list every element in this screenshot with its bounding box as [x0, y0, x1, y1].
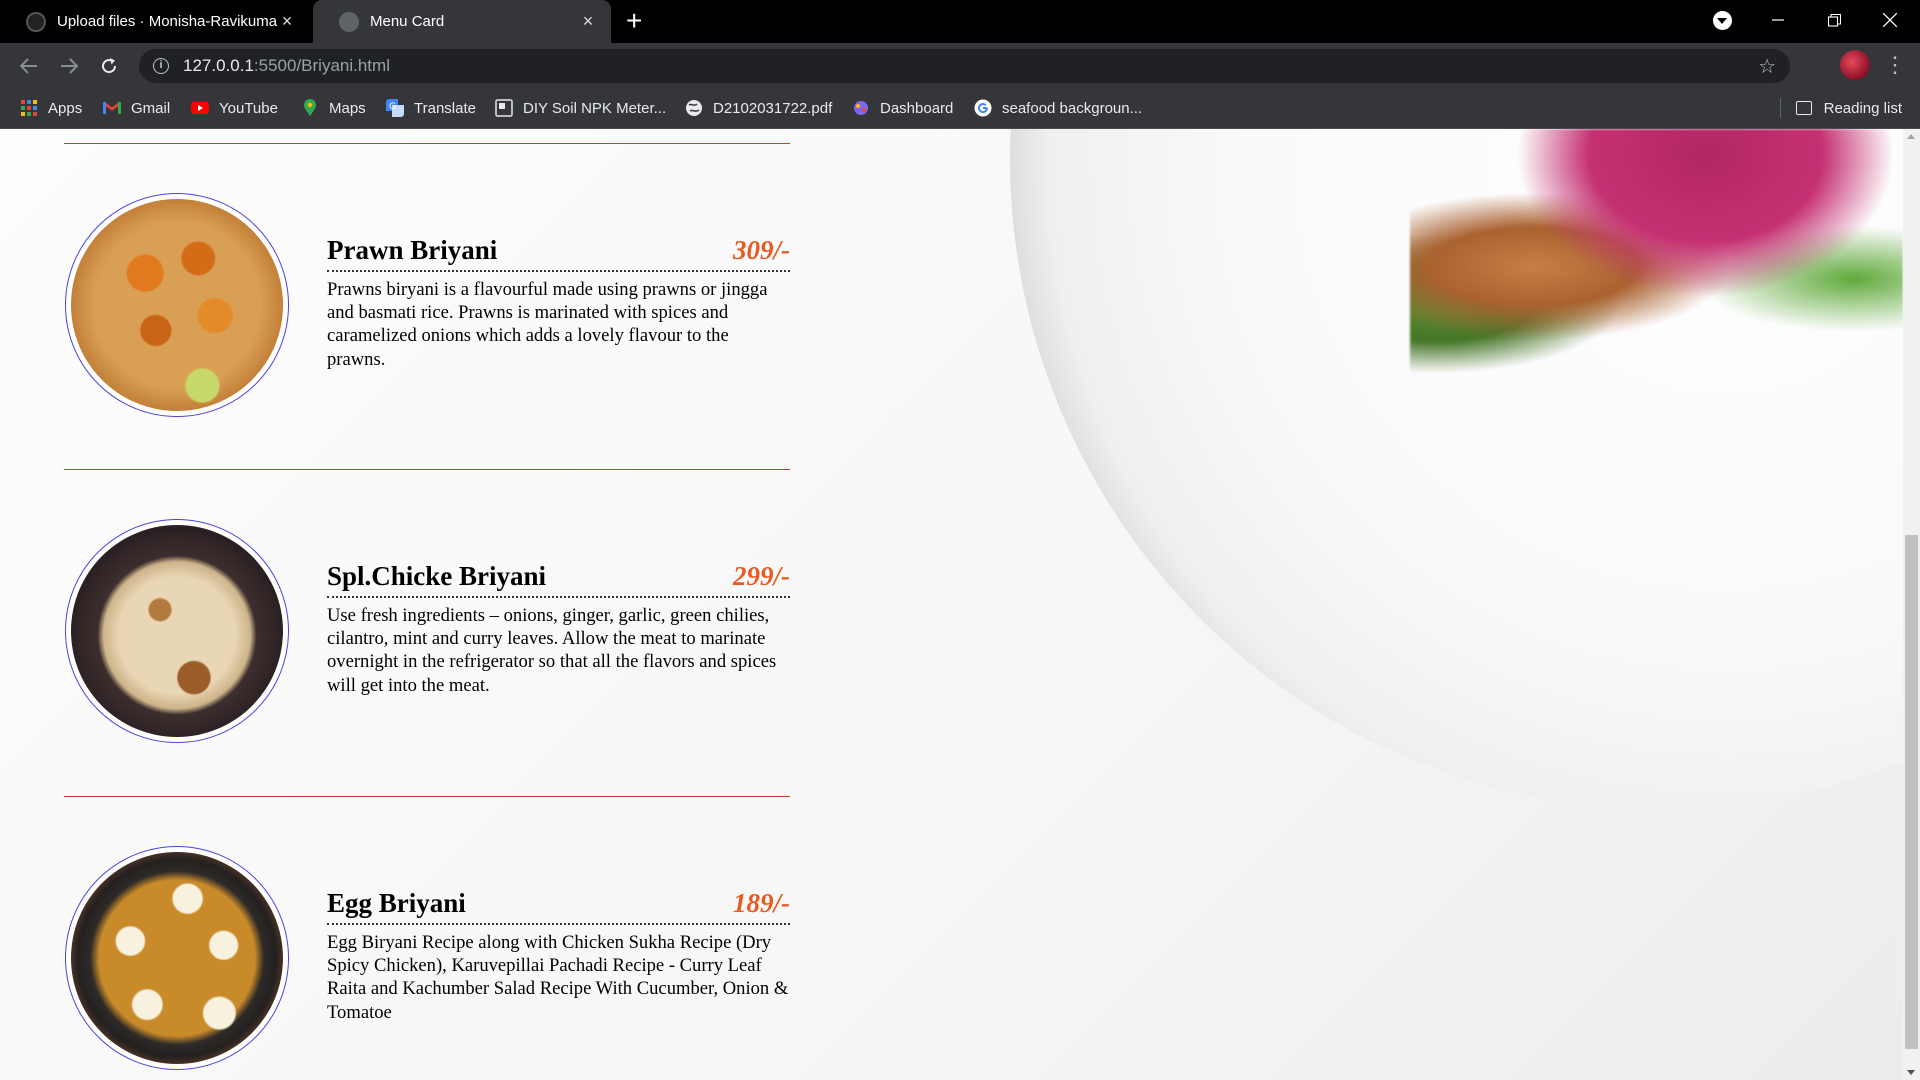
- globe-icon: [339, 11, 359, 32]
- bookmark-label: YouTube: [219, 99, 278, 117]
- browser-menu-button[interactable]: ⋮: [1884, 51, 1906, 79]
- svg-text:G: G: [389, 102, 396, 112]
- forward-button[interactable]: [54, 51, 84, 81]
- bookmark-translate[interactable]: G Translate: [386, 88, 476, 128]
- divider: [64, 469, 790, 470]
- restore-icon: [1827, 13, 1841, 27]
- egg-briyani-image: [71, 852, 283, 1064]
- github-icon: [26, 11, 46, 32]
- bookmark-dashboard[interactable]: Dashboard: [852, 88, 953, 128]
- dish-info: Prawn Briyani 309/- Prawns biryani is a …: [327, 235, 790, 371]
- url-text: 127.0.0.1:5500/Briyani.html: [183, 56, 390, 76]
- bookmark-label: DIY Soil NPK Meter...: [523, 99, 667, 117]
- divider: [64, 796, 790, 797]
- close-tab-icon[interactable]: ×: [278, 11, 296, 32]
- dish-name: Spl.Chicke Briyani: [327, 561, 547, 591]
- reload-button[interactable]: [94, 51, 124, 81]
- dish-header: Prawn Briyani 309/-: [327, 235, 790, 272]
- tab-title: Menu Card: [370, 13, 445, 30]
- translate-icon: G: [386, 99, 404, 117]
- minimize-button[interactable]: [1750, 0, 1806, 40]
- dish-price: 189/-: [733, 888, 790, 918]
- dish-header: Egg Briyani 189/-: [327, 888, 790, 925]
- close-window-button[interactable]: [1862, 0, 1918, 40]
- bookmark-label: Dashboard: [880, 99, 954, 117]
- arrow-left-icon: [20, 58, 37, 74]
- scrollbar-thumb[interactable]: [1905, 535, 1918, 1049]
- dish-description: Use fresh ingredients – onions, ginger, …: [327, 605, 777, 696]
- arrow-right-icon: [61, 58, 78, 74]
- bookmark-apps[interactable]: Apps: [20, 88, 82, 128]
- dish-header: Spl.Chicke Briyani 299/-: [327, 561, 790, 598]
- bookmark-youtube[interactable]: YouTube: [191, 88, 278, 128]
- tab-title: Upload files · Monisha-Ravikumar: [57, 13, 278, 30]
- dish-photo: [65, 846, 289, 1070]
- tab-search-button[interactable]: [1694, 0, 1750, 40]
- browser-title-bar: Upload files · Monisha-Ravikumar × Menu …: [0, 0, 1920, 43]
- new-tab-button[interactable]: +: [626, 6, 642, 36]
- vertical-scrollbar[interactable]: [1903, 129, 1920, 1080]
- dish-price: 309/-: [733, 235, 790, 265]
- bookmark-pdf[interactable]: D2102031722.pdf: [685, 88, 832, 128]
- profile-avatar[interactable]: [1840, 50, 1870, 80]
- dashboard-icon: [854, 101, 868, 115]
- google-icon: [974, 99, 992, 117]
- dish-info: Spl.Chicke Briyani 299/- Use fresh ingre…: [327, 561, 790, 697]
- bookmarks-separator: [1780, 98, 1781, 118]
- dish-description: Egg Biryani Recipe along with Chicken Su…: [327, 932, 789, 1023]
- youtube-icon: [191, 102, 209, 114]
- tab-upload-files[interactable]: Upload files · Monisha-Ravikumar ×: [0, 0, 310, 43]
- minimize-icon: [1772, 19, 1784, 21]
- dish-name: Prawn Briyani: [327, 235, 498, 265]
- browser-toolbar: i 127.0.0.1:5500/Briyani.html ☆ ⋮: [0, 43, 1920, 88]
- apps-grid-icon: [21, 100, 37, 116]
- dish-photo: [65, 519, 289, 743]
- divider: [64, 143, 790, 144]
- scroll-down-arrow-icon[interactable]: [1907, 1070, 1915, 1075]
- menu-item-spl-chicke-briyani: Spl.Chicke Briyani 299/- Use fresh ingre…: [64, 519, 790, 745]
- dish-name: Egg Briyani: [327, 888, 466, 918]
- close-icon: [1883, 13, 1897, 27]
- chevron-down-icon: [1717, 18, 1727, 24]
- page-viewport: Prawn Briyani 309/- Prawns biryani is a …: [0, 129, 1903, 1080]
- site-info-icon[interactable]: i: [153, 58, 169, 74]
- bookmarks-bar: Apps Gmail YouTube Maps G Translate DIY …: [0, 88, 1920, 129]
- scroll-up-arrow-icon[interactable]: [1907, 134, 1915, 139]
- gmail-icon: [103, 102, 121, 114]
- reading-list-icon: [1795, 101, 1812, 115]
- dish-info: Egg Briyani 189/- Egg Biryani Recipe alo…: [327, 888, 790, 1024]
- bookmark-maps[interactable]: Maps: [301, 88, 366, 128]
- address-bar[interactable]: i 127.0.0.1:5500/Briyani.html ☆: [139, 49, 1790, 83]
- bookmark-star-icon[interactable]: ☆: [1758, 54, 1776, 79]
- bookmark-label: Maps: [329, 99, 366, 117]
- menu-item-egg-briyani: Egg Briyani 189/- Egg Biryani Recipe alo…: [64, 846, 790, 1072]
- prawn-briyani-image: [71, 199, 283, 411]
- bookmark-seafood[interactable]: seafood backgroun...: [974, 88, 1142, 128]
- tab-menu-card[interactable]: Menu Card ×: [313, 0, 611, 43]
- page-icon: [495, 99, 513, 117]
- reading-list-button[interactable]: Reading list: [1795, 88, 1902, 128]
- url-host: 127.0.0.1: [183, 56, 254, 75]
- url-path: :5500/Briyani.html: [253, 56, 390, 75]
- bookmark-label: D2102031722.pdf: [713, 99, 833, 117]
- close-tab-icon[interactable]: ×: [579, 11, 597, 32]
- chicken-briyani-image: [71, 525, 283, 737]
- bookmark-gmail[interactable]: Gmail: [103, 88, 170, 128]
- reading-list-label: Reading list: [1823, 99, 1902, 117]
- menu-item-prawn-briyani: Prawn Briyani 309/- Prawns biryani is a …: [64, 193, 790, 419]
- bookmark-label: Apps: [48, 99, 83, 117]
- dish-photo: [65, 193, 289, 417]
- bookmark-label: seafood backgroun...: [1002, 99, 1143, 117]
- bookmark-diy-soil[interactable]: DIY Soil NPK Meter...: [495, 88, 666, 128]
- bookmark-label: Translate: [414, 99, 476, 117]
- dish-description: Prawns biryani is a flavourful made usin…: [327, 279, 768, 370]
- restore-button[interactable]: [1806, 0, 1862, 40]
- dish-price: 299/-: [733, 561, 790, 591]
- background-garnish-image: [1410, 129, 1903, 379]
- reload-icon: [102, 58, 117, 74]
- maps-pin-icon: [304, 99, 316, 116]
- bookmark-label: Gmail: [131, 99, 171, 117]
- globe-icon: [686, 100, 702, 116]
- back-button[interactable]: [14, 51, 44, 81]
